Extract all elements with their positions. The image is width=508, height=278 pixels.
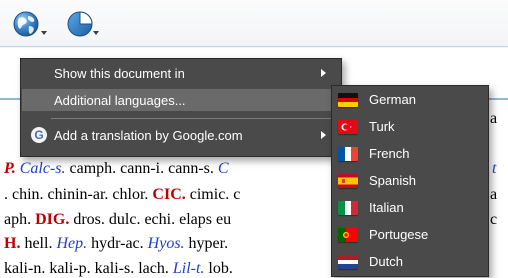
language-item-dutch[interactable]: Dutch (332, 249, 488, 275)
language-submenu: German Turk French Spanish Italian Portu… (331, 85, 489, 277)
language-label: Spanish (369, 173, 416, 188)
netherlands-flag-icon (338, 255, 358, 269)
menu-item-label: Additional languages... (54, 93, 186, 108)
menu-item-label: Add a translation by Google.com (54, 128, 243, 143)
language-label: Italian (369, 200, 404, 215)
germany-flag-icon (338, 93, 358, 107)
remedy-link[interactable]: Hyos. (148, 235, 185, 252)
document-text: c (490, 211, 498, 228)
remedy-link[interactable]: Hep. (56, 235, 87, 252)
turkey-flag-icon (338, 120, 358, 134)
menu-item-google-translation[interactable]: G Add a translation by Google.com (22, 124, 340, 146)
france-flag-icon (338, 147, 358, 161)
remedy-keyword: CIC. (152, 186, 186, 203)
remedy-link[interactable]: C (218, 160, 229, 177)
document-line-4: H. hell. Hep. hydr-ac. Hyos. hyper. (4, 235, 228, 253)
document-text: . chin. chinin-ar. chlor. (4, 186, 153, 203)
document-text: kali-n. kali-p. kali-s. lach. (4, 260, 173, 277)
document-text: hyper. (184, 235, 229, 252)
document-text: lob. (204, 260, 233, 277)
document-text: a (490, 186, 498, 203)
document-text: hell. (20, 235, 57, 252)
document-text: dros. dulc. echi. elaps eu (69, 211, 232, 228)
language-item-portugese[interactable]: Portugese (332, 222, 488, 248)
language-label: Turk (369, 119, 395, 134)
document-text: a (490, 110, 498, 127)
document-line-1: P. Calc-s. camph. cann-i. cann-s. C (4, 160, 229, 178)
spain-flag-icon (338, 174, 358, 188)
remedy-keyword: H. (4, 235, 21, 252)
document-line-2: . chin. chinin-ar. chlor. CIC. cimic. c (4, 186, 240, 204)
language-item-italian[interactable]: Italian (332, 195, 488, 221)
document-line-3: aph. DIG. dros. dulc. echi. elaps eu (4, 211, 231, 229)
context-menu: Show this document in Additional languag… (20, 58, 342, 157)
menu-separator (51, 118, 339, 119)
italy-flag-icon (338, 201, 358, 215)
document-text: hydr-ac. (87, 235, 148, 252)
document-text: aph. (4, 211, 36, 228)
language-item-spanish[interactable]: Spanish (332, 168, 488, 194)
chevron-right-icon (321, 69, 326, 77)
menu-item-show-document-in[interactable]: Show this document in (22, 62, 340, 84)
language-label: Portugese (369, 227, 429, 242)
document-text: camph. cann-i. cann-s. (65, 160, 218, 177)
language-label: Dutch (369, 254, 403, 269)
chevron-right-icon (321, 131, 326, 139)
remedy-keyword: P. (4, 160, 16, 177)
remedy-link[interactable]: Calc-s. (20, 160, 66, 177)
remedy-link[interactable]: Lil-t. (173, 260, 205, 277)
document-line-5: kali-n. kali-p. kali-s. lach. Lil-t. lob… (4, 260, 233, 278)
language-item-french[interactable]: French (332, 141, 488, 167)
menu-item-additional-languages[interactable]: Additional languages... (22, 89, 340, 111)
remedy-keyword: DIG. (35, 211, 70, 228)
remedy-link[interactable]: t (492, 160, 496, 178)
portugal-flag-icon (338, 228, 358, 242)
language-label: French (369, 146, 410, 161)
language-item-german[interactable]: German (332, 87, 488, 113)
document-text: cimic. c (185, 186, 241, 203)
google-icon: G (31, 127, 47, 143)
language-item-turk[interactable]: Turk (332, 114, 488, 140)
language-label: German (369, 92, 416, 107)
menu-item-label: Show this document in (54, 66, 185, 81)
